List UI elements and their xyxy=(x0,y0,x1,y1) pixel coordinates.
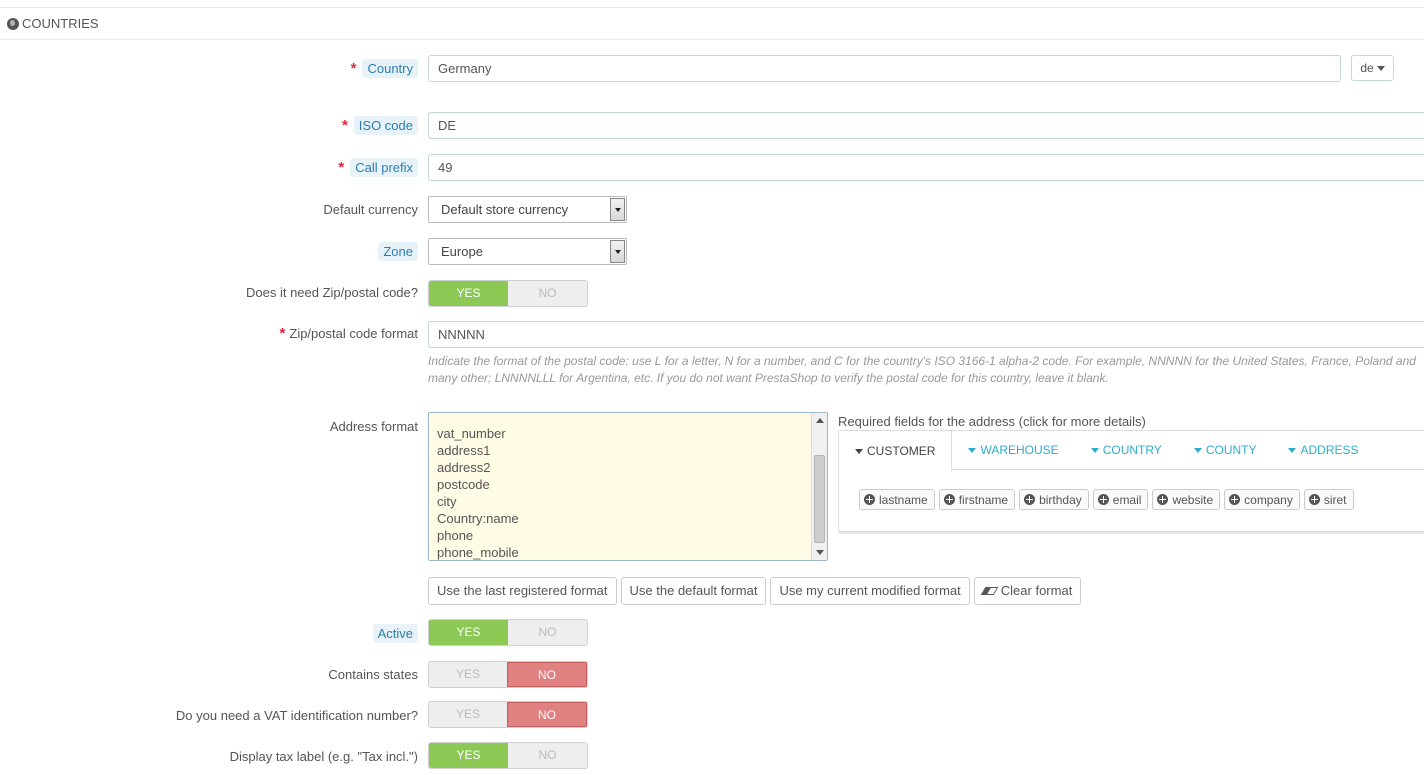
display-tax-yes[interactable]: YES xyxy=(429,743,508,768)
need-vat-no[interactable]: NO xyxy=(507,702,587,727)
caret-down-icon xyxy=(968,447,977,453)
zone-select[interactable]: Europe xyxy=(428,238,627,265)
required-star: * xyxy=(350,60,357,77)
plus-circle-icon xyxy=(1024,494,1036,505)
caret-down-icon xyxy=(855,448,863,454)
display-tax-no[interactable]: NO xyxy=(508,743,587,768)
chip-website[interactable]: website xyxy=(1152,489,1221,510)
need-vat-label: Do you need a VAT identification number? xyxy=(175,708,418,723)
chip-siret[interactable]: siret xyxy=(1303,489,1354,510)
required-star: * xyxy=(338,159,345,176)
required-fields-tabs: CUSTOMER WAREHOUSE COUNTRY COUNTY ADDRES… xyxy=(839,431,1424,471)
address-format-label: Address format xyxy=(329,419,418,434)
tab-country[interactable]: COUNTRY xyxy=(1075,431,1178,469)
tab-warehouse[interactable]: WAREHOUSE xyxy=(952,431,1074,469)
active-switch[interactable]: YES NO xyxy=(428,619,588,646)
contains-states-switch[interactable]: YES NO xyxy=(428,661,588,688)
use-current-modified-format-button[interactable]: Use my current modified format xyxy=(770,577,970,605)
need-vat-yes[interactable]: YES xyxy=(429,702,507,727)
contains-states-no[interactable]: NO xyxy=(507,662,587,687)
language-code: de xyxy=(1360,61,1374,75)
display-tax-switch[interactable]: YES NO xyxy=(428,742,588,769)
contains-states-label: Contains states xyxy=(328,667,418,682)
dropdown-arrow-icon xyxy=(610,198,625,221)
tab-customer[interactable]: CUSTOMER xyxy=(839,431,953,471)
address-line: postcode xyxy=(437,477,490,492)
plus-circle-icon xyxy=(1097,494,1109,505)
zip-format-label: * Zip/postal code format xyxy=(279,325,418,342)
format-buttons: Use the last registered format Use the d… xyxy=(428,577,1082,605)
scroll-down-icon[interactable] xyxy=(816,550,824,555)
top-border xyxy=(0,0,1424,8)
chip-email[interactable]: email xyxy=(1092,489,1149,510)
address-line: vat_number xyxy=(437,426,506,441)
field-chips: lastname firstname birthday email websit… xyxy=(839,470,1424,510)
eraser-icon xyxy=(980,587,999,595)
address-line: address1 xyxy=(437,443,491,458)
required-fields-panel: CUSTOMER WAREHOUSE COUNTRY COUNTY ADDRES… xyxy=(838,430,1424,532)
country-label: * Country xyxy=(351,58,418,80)
need-zip-no[interactable]: NO xyxy=(508,281,587,306)
globe-icon xyxy=(7,17,19,30)
clear-format-button[interactable]: Clear format xyxy=(973,577,1082,605)
required-star: * xyxy=(279,325,286,342)
plus-circle-icon xyxy=(864,494,875,505)
address-line: city xyxy=(437,494,457,509)
address-line: phone_mobile xyxy=(437,545,519,560)
active-yes[interactable]: YES xyxy=(429,620,508,645)
chip-lastname[interactable]: lastname xyxy=(859,489,935,510)
iso-code-input[interactable]: DE xyxy=(428,112,1424,139)
address-line: phone xyxy=(437,528,474,543)
iso-code-label: * ISO code xyxy=(342,115,418,137)
need-zip-label: Does it need Zip/postal code? xyxy=(246,285,418,300)
need-zip-yes[interactable]: YES xyxy=(429,281,508,306)
caret-down-icon xyxy=(1376,65,1385,71)
panel-heading: COUNTRIES xyxy=(0,8,1424,40)
need-zip-switch[interactable]: YES NO xyxy=(428,280,588,307)
zip-format-help-text: Indicate the format of the postal code: … xyxy=(428,354,1416,385)
zone-value: Europe xyxy=(441,244,483,259)
plus-circle-icon xyxy=(1308,494,1320,505)
use-default-format-button[interactable]: Use the default format xyxy=(620,577,767,605)
plus-circle-icon xyxy=(1229,494,1241,505)
caret-down-icon xyxy=(1288,447,1297,453)
active-label: Active xyxy=(372,623,418,645)
textarea-scrollbar[interactable] xyxy=(811,413,827,560)
default-currency-select[interactable]: Default store currency xyxy=(428,196,627,223)
use-last-registered-format-button[interactable]: Use the last registered format xyxy=(428,577,617,605)
dropdown-arrow-icon xyxy=(610,240,625,263)
zone-label: Zone xyxy=(378,241,418,263)
active-no[interactable]: NO xyxy=(508,620,587,645)
tab-address[interactable]: ADDRESS xyxy=(1272,431,1374,469)
zip-format-input[interactable]: NNNNN xyxy=(428,321,1424,348)
caret-down-icon xyxy=(1090,447,1099,453)
plus-circle-icon xyxy=(1157,494,1169,505)
scroll-thumb[interactable] xyxy=(814,455,825,543)
chip-company[interactable]: company xyxy=(1224,489,1300,510)
need-vat-switch[interactable]: YES NO xyxy=(428,701,588,728)
chip-firstname[interactable]: firstname xyxy=(938,489,1016,510)
panel-title: COUNTRIES xyxy=(22,16,99,31)
contains-states-yes[interactable]: YES xyxy=(429,662,507,687)
call-prefix-input[interactable]: 49 xyxy=(428,154,1424,181)
address-line: Country:name xyxy=(437,511,519,526)
language-dropdown-button[interactable]: de xyxy=(1351,55,1394,81)
call-prefix-label: * Call prefix xyxy=(338,157,418,179)
required-star: * xyxy=(341,117,348,134)
tab-county[interactable]: COUNTY xyxy=(1178,431,1273,469)
address-format-textarea[interactable]: vat_number address1 address2 postcode ci… xyxy=(428,412,828,561)
default-currency-label: Default currency xyxy=(323,202,418,217)
address-format-lines: vat_number address1 address2 postcode ci… xyxy=(437,413,519,560)
plus-circle-icon xyxy=(943,494,955,505)
address-line: address2 xyxy=(437,460,491,475)
scroll-up-icon[interactable] xyxy=(816,418,824,423)
default-currency-value: Default store currency xyxy=(441,202,569,217)
country-input[interactable]: Germany xyxy=(428,55,1341,82)
caret-down-icon xyxy=(1193,447,1202,453)
chip-birthday[interactable]: birthday xyxy=(1019,489,1089,510)
required-fields-title: Required fields for the address (click f… xyxy=(838,414,1146,429)
display-tax-label: Display tax label (e.g. "Tax incl.") xyxy=(229,749,418,764)
